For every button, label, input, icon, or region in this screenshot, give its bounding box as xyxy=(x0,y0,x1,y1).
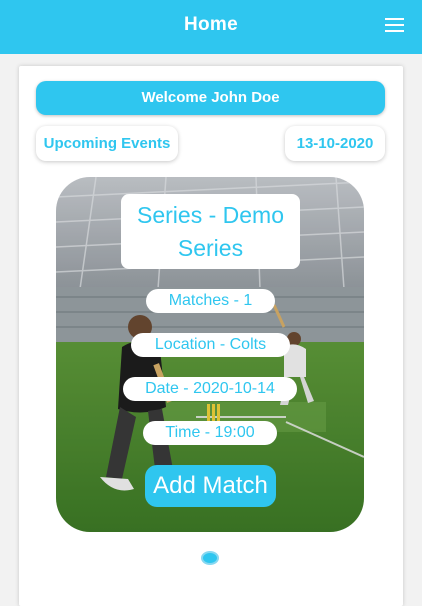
page-title: Home xyxy=(184,14,238,35)
matches-count: Matches - 1 xyxy=(146,289,275,313)
event-time: Time - 19:00 xyxy=(143,421,277,445)
event-location: Location - Colts xyxy=(131,333,290,357)
add-match-button[interactable]: Add Match xyxy=(145,465,276,507)
event-date: Date - 2020-10-14 xyxy=(123,377,297,401)
hamburger-menu-icon[interactable] xyxy=(385,18,404,32)
app-bar: Home xyxy=(0,0,422,54)
upcoming-events-label: Upcoming Events xyxy=(36,126,178,161)
welcome-banner: Welcome John Doe xyxy=(36,81,385,115)
carousel-page-indicator[interactable] xyxy=(201,551,219,565)
series-title: Series - Demo Series xyxy=(121,194,300,269)
current-date: 13-10-2020 xyxy=(285,126,385,161)
event-card[interactable]: Series - Demo Series Matches - 1 Locatio… xyxy=(56,177,364,532)
